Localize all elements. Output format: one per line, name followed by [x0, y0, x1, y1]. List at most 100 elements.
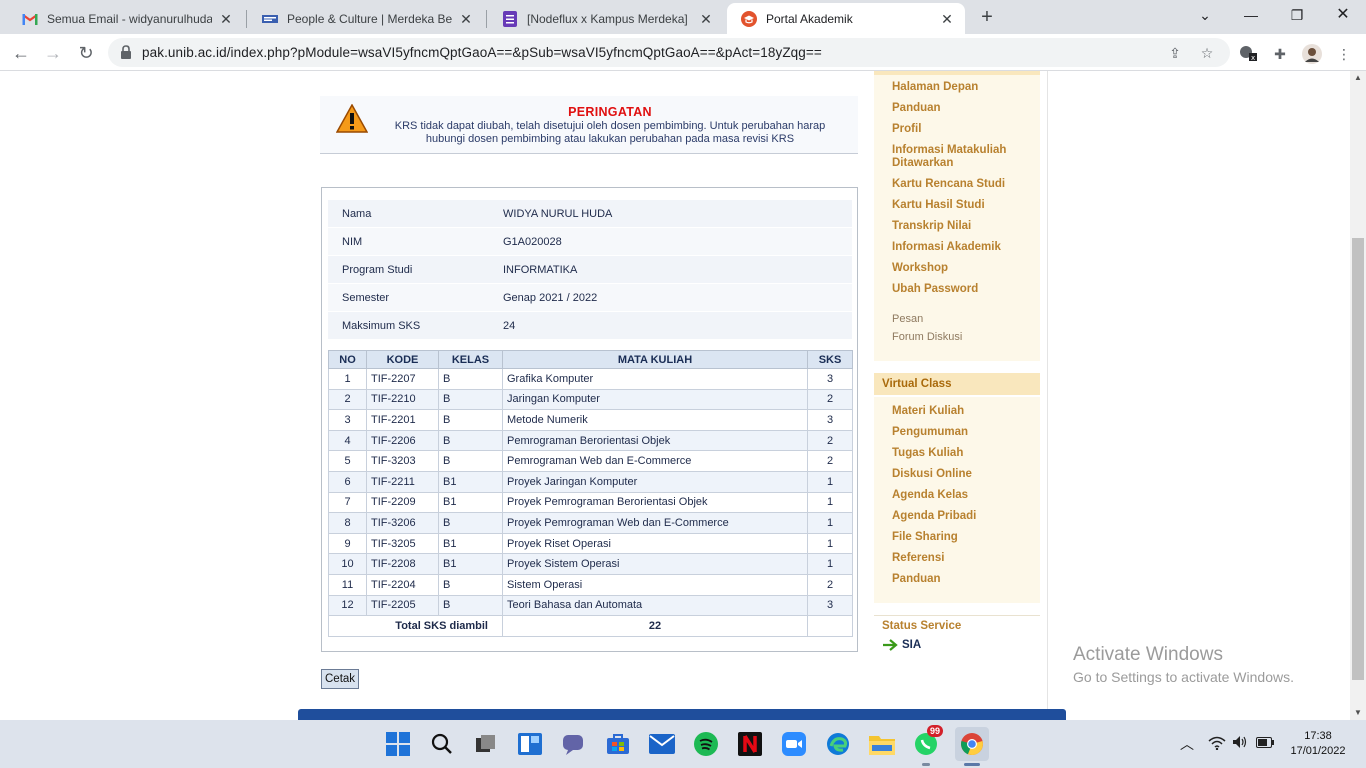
edge-icon[interactable] [823, 729, 853, 759]
cell-kelas: B1 [438, 553, 503, 575]
file-explorer-icon[interactable] [867, 729, 897, 759]
close-icon[interactable]: ✕ [218, 11, 234, 27]
menu-referensi[interactable]: Referensi [892, 552, 944, 565]
table-row: 10 TIF-2208 B1 Proyek Sistem Operasi 1 [328, 553, 853, 575]
menu-pesan[interactable]: Pesan [892, 313, 923, 326]
cell-mata-kuliah: Sistem Operasi [502, 573, 808, 596]
status-service-title: Status Service [882, 620, 962, 632]
status-sia[interactable]: SIA [882, 639, 921, 651]
cell-kelas: B [438, 409, 503, 431]
menu-kartu-rencana-studi[interactable]: Kartu Rencana Studi [892, 178, 1005, 191]
cell-no: 9 [328, 532, 367, 555]
running-indicator [922, 763, 930, 766]
info-label: NIM [342, 235, 363, 248]
cell-kode: TIF-3205 [366, 532, 439, 555]
menu-pengumuman[interactable]: Pengumuman [892, 426, 968, 439]
windows-start-icon[interactable] [383, 729, 413, 759]
menu-materi-kuliah[interactable]: Materi Kuliah [892, 405, 964, 418]
menu-file-sharing[interactable]: File Sharing [892, 531, 958, 544]
battery-icon[interactable] [1256, 737, 1274, 751]
table-row: 9 TIF-3205 B1 Proyek Riset Operasi 1 [328, 532, 853, 555]
menu-agenda-pribadi[interactable]: Agenda Pribadi [892, 510, 976, 523]
krs-panel: Nama WIDYA NURUL HUDA NIM G1A020028 Prog… [321, 187, 858, 652]
wifi-icon[interactable] [1208, 736, 1226, 753]
cell-kelas: B1 [438, 532, 503, 555]
menu-informasi-akademik[interactable]: Informasi Akademik [892, 241, 1001, 254]
forward-button[interactable]: → [40, 40, 66, 66]
virtual-class-heading: Virtual Class [874, 373, 1040, 395]
mail-icon[interactable] [647, 729, 677, 759]
warning-title: PERINGATAN [568, 105, 652, 119]
system-clock[interactable]: 17:38 17/01/2022 [1280, 729, 1356, 759]
menu-kartu-hasil-studi[interactable]: Kartu Hasil Studi [892, 199, 985, 212]
scroll-up-icon[interactable]: ▲ [1350, 71, 1366, 85]
cell-mata-kuliah: Pemrograman Berorientasi Objek [502, 429, 808, 452]
tab-people-culture[interactable]: People & Culture | Merdeka Belaj ✕ [248, 3, 484, 34]
menu-halaman-depan[interactable]: Halaman Depan [892, 81, 978, 94]
info-value: Genap 2021 / 2022 [503, 291, 598, 304]
clock-date: 17/01/2022 [1290, 745, 1346, 757]
tab-search-button[interactable]: ⌄ [1182, 0, 1228, 32]
close-icon[interactable]: ✕ [698, 11, 714, 27]
tab-title: [Nodeflux x Kampus Merdeka] Pe [527, 11, 692, 26]
close-icon[interactable]: ✕ [458, 11, 474, 27]
restore-button[interactable]: ❐ [1274, 0, 1320, 32]
menu-diskusi-online[interactable]: Diskusi Online [892, 468, 972, 481]
tab-nodeflux[interactable]: [Nodeflux x Kampus Merdeka] Pe ✕ [488, 3, 724, 34]
menu-agenda-kelas[interactable]: Agenda Kelas [892, 489, 968, 502]
table-row: 4 TIF-2206 B Pemrograman Berorientasi Objek… [328, 429, 853, 452]
menu-profil[interactable]: Profil [892, 123, 921, 136]
spotify-icon[interactable] [691, 729, 721, 759]
menu-tugas-kuliah[interactable]: Tugas Kuliah [892, 447, 963, 460]
cell-mata-kuliah: Proyek Jaringan Komputer [502, 470, 808, 493]
tab-gmail[interactable]: Semua Email - widyanurulhuda@ ✕ [8, 3, 244, 34]
address-bar[interactable]: pak.unib.ac.id/index.php?pModule=wsaVI5y… [108, 38, 1230, 67]
column-header: SKS [807, 350, 853, 369]
close-icon[interactable]: ✕ [939, 11, 955, 27]
cell-kelas: B [438, 368, 503, 390]
bookmark-star-icon[interactable]: ☆ [1198, 44, 1216, 62]
close-window-button[interactable]: ✕ [1320, 0, 1366, 32]
menu-ubah-password[interactable]: Ubah Password [892, 283, 978, 296]
cetak-button[interactable]: Cetak [321, 669, 360, 689]
store-icon[interactable] [603, 729, 633, 759]
menu-panduan-vc[interactable]: Panduan [892, 573, 941, 586]
page-scrollbar[interactable]: ▲ ▼ [1350, 71, 1366, 720]
menu-panduan[interactable]: Panduan [892, 102, 941, 115]
menu-forum-diskusi[interactable]: Forum Diskusi [892, 331, 962, 344]
back-button[interactable]: ← [8, 40, 34, 66]
tab-portal-akademik[interactable]: Portal Akademik ✕ [727, 3, 965, 34]
svg-text:x: x [1251, 54, 1255, 62]
scroll-thumb[interactable] [1352, 238, 1364, 680]
reload-button[interactable]: ↻ [73, 40, 99, 66]
minimize-button[interactable]: — [1228, 0, 1274, 32]
clock-time: 17:38 [1304, 730, 1332, 742]
info-row-maksimum-sks: Maksimum SKS 24 [328, 312, 852, 340]
cell-no: 12 [328, 594, 367, 617]
widgets-icon[interactable] [515, 729, 545, 759]
task-view-icon[interactable] [471, 729, 501, 759]
menu-informasi-matakuliah[interactable]: Informasi Matakuliah Ditawarkan [892, 144, 1032, 170]
netflix-icon[interactable] [735, 729, 765, 759]
cell-sks: 2 [807, 450, 853, 472]
new-tab-button[interactable]: + [976, 6, 998, 28]
whatsapp-icon[interactable]: 99 [911, 725, 944, 759]
menu-workshop[interactable]: Workshop [892, 262, 948, 275]
extension-icon[interactable]: x [1238, 44, 1258, 64]
cell-mata-kuliah: Pemrograman Web dan E-Commerce [502, 450, 808, 472]
tray-chevron-icon[interactable]: ︿ [1180, 734, 1194, 754]
total-label: Total SKS diambil [328, 615, 503, 637]
volume-icon[interactable] [1232, 735, 1248, 752]
info-row-program-studi: Program Studi INFORMATIKA [328, 256, 852, 284]
puzzle-icon[interactable]: ✚ [1270, 44, 1290, 64]
search-icon[interactable] [427, 729, 457, 759]
more-menu-icon[interactable]: ⋮ [1334, 44, 1354, 64]
scroll-down-icon[interactable]: ▼ [1350, 706, 1366, 720]
avatar[interactable] [1302, 44, 1322, 64]
chrome-icon[interactable] [955, 727, 989, 761]
teams-chat-icon[interactable] [559, 729, 589, 759]
share-icon[interactable]: ⇪ [1166, 44, 1184, 62]
menu-transkrip-nilai[interactable]: Transkrip Nilai [892, 220, 971, 233]
zoom-icon[interactable] [779, 729, 809, 759]
cell-kode: TIF-2204 [366, 573, 439, 596]
